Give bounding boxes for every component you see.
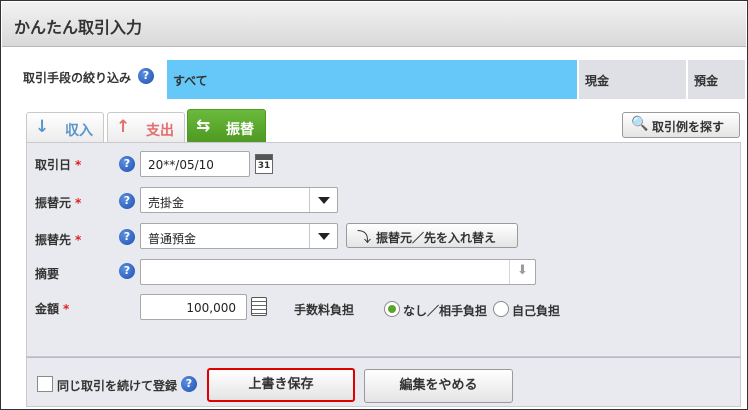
tab-expense-label: 支出	[146, 123, 174, 139]
filter-segment-all[interactable]: すべて	[167, 60, 577, 99]
title-bar: かんたん取引入力	[2, 2, 746, 47]
help-icon[interactable]: ?	[119, 229, 135, 245]
tab-income[interactable]: ↓ 収入	[26, 112, 104, 142]
fee-label: 手数料負担	[294, 303, 355, 317]
amount-label: 金額 *	[35, 302, 70, 316]
memo-label: 摘要	[35, 267, 60, 281]
date-input[interactable]: 20**/05/10	[140, 151, 250, 177]
calculator-icon[interactable]	[251, 297, 267, 316]
fee-option-none-label: なし／相手負担	[403, 304, 488, 318]
help-icon[interactable]: ?	[119, 263, 135, 279]
help-icon[interactable]: ?	[119, 193, 135, 209]
tab-transfer-label: 振替	[226, 122, 254, 138]
swap-arrows-icon: ⇆	[196, 116, 211, 136]
tab-income-label: 収入	[65, 123, 93, 139]
find-example-button[interactable]: 🔍 取引例を探す	[622, 112, 740, 138]
filter-label: 取引手段の絞り込み	[23, 71, 132, 85]
help-icon[interactable]: ?	[181, 376, 197, 392]
transfer-from-value: 売掛金	[148, 196, 185, 210]
calendar-icon[interactable]: 31	[255, 154, 273, 174]
date-value: 20**/05/10	[148, 158, 214, 172]
arrow-up-icon: ↑	[116, 117, 131, 137]
required-mark: *	[75, 233, 82, 247]
filter-segment-label: 現金	[585, 74, 610, 88]
tab-transfer[interactable]: ⇆ 振替	[187, 109, 266, 142]
filter-segment-label: 預金	[694, 74, 719, 88]
filter-segment-label: すべて	[173, 74, 208, 88]
window-frame: かんたん取引入力 取引手段の絞り込み ? すべて 現金 預金 ↓ 収入 ↑ 支出…	[0, 0, 748, 410]
search-icon: 🔍	[631, 116, 649, 132]
swap-accounts-button[interactable]: ⤵ 振替元／先を入れ替え	[346, 223, 518, 248]
transfer-from-select[interactable]: 売掛金	[140, 187, 338, 213]
required-mark: *	[75, 158, 82, 172]
transfer-from-label: 振替元 *	[35, 196, 82, 210]
overwrite-save-button[interactable]: 上書き保存	[207, 368, 355, 402]
transfer-to-value: 普通預金	[148, 232, 197, 246]
fee-radio-self[interactable]	[493, 301, 509, 317]
transfer-to-label: 振替先 *	[35, 233, 82, 247]
arrow-down-icon: ↓	[35, 117, 50, 137]
required-mark: *	[75, 196, 82, 210]
repeat-transaction-checkbox[interactable]	[37, 376, 53, 392]
fee-option-self-label: 自己負担	[512, 304, 561, 318]
find-example-label: 取引例を探す	[652, 120, 725, 134]
chevron-down-icon	[309, 224, 337, 248]
filter-segment-deposit[interactable]: 預金	[688, 60, 745, 99]
swap-icon: ⤵	[357, 230, 371, 246]
transaction-form	[26, 142, 741, 357]
arrow-down-icon: ⬇	[517, 263, 528, 278]
transfer-to-select[interactable]: 普通預金	[140, 223, 338, 249]
chevron-down-icon	[309, 188, 337, 212]
swap-accounts-label: 振替元／先を入れ替え	[376, 231, 497, 245]
amount-value: 100,000	[186, 301, 236, 315]
required-mark: *	[63, 302, 70, 316]
tab-expense[interactable]: ↑ 支出	[107, 112, 185, 142]
date-label: 取引日 *	[35, 158, 82, 172]
memo-suggest-button[interactable]: ⬇	[509, 260, 535, 284]
fee-radio-none[interactable]	[384, 301, 400, 317]
filter-segment-cash[interactable]: 現金	[579, 60, 686, 99]
help-icon[interactable]: ?	[119, 156, 135, 172]
memo-input[interactable]: ⬇	[140, 259, 536, 285]
page-title: かんたん取引入力	[14, 18, 143, 37]
amount-input[interactable]: 100,000	[140, 294, 247, 320]
cancel-edit-button[interactable]: 編集をやめる	[364, 369, 513, 403]
help-icon[interactable]: ?	[138, 68, 154, 84]
repeat-transaction-label: 同じ取引を続けて登録	[57, 379, 178, 393]
